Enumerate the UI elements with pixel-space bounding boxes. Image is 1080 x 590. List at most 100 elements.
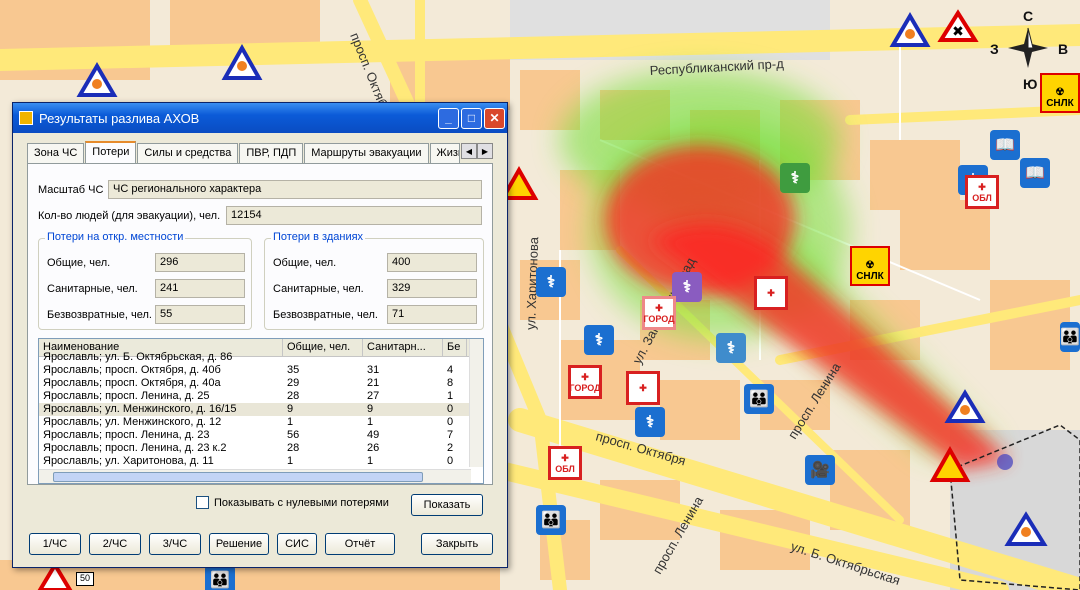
speed-sign: 50 xyxy=(76,572,94,586)
tab-scroll-right-icon[interactable]: ▶ xyxy=(477,143,493,159)
tab-losses[interactable]: Потери xyxy=(85,141,137,163)
open-area-losses-group: Потери на откр. местности Общие, чел. 296… xyxy=(38,231,252,330)
table-row[interactable]: Ярославль; просп. Ленина, д. 25 28 27 1 xyxy=(39,390,483,403)
map-application: Республиканский пр-д просп. Октября ул. … xyxy=(0,0,1080,590)
table-cell: 9 xyxy=(287,403,294,415)
table-cell xyxy=(443,351,467,364)
building-total-label: Общие, чел. xyxy=(273,256,337,269)
people-field[interactable]: 12154 xyxy=(226,206,482,225)
open-sanitary-field[interactable]: 241 xyxy=(155,279,245,298)
report-3-button[interactable]: 3/ЧС xyxy=(149,533,201,555)
table-cell: 1 xyxy=(287,416,294,428)
table-cell: 0 xyxy=(447,455,454,467)
table-row[interactable]: Ярославль; ул. Б. Октябрьская, д. 86 xyxy=(39,351,483,364)
table-cell: 1 xyxy=(447,390,454,402)
losses-table[interactable]: Наименование Общие, чел. Санитарн... Бе … xyxy=(38,338,484,484)
table-row[interactable]: Ярославль; просп. Октября, д. 40б 35 31 4 xyxy=(39,364,483,377)
scale-label: Масштаб ЧС xyxy=(38,183,104,196)
table-cell: 9 xyxy=(367,403,374,415)
decision-button[interactable]: Решение xyxy=(209,533,269,555)
tab-scroll: ◀ ▶ xyxy=(461,143,493,163)
scale-field[interactable]: ЧС регионального характера xyxy=(108,180,482,199)
table-row[interactable]: Ярославль; просп. Ленина, д. 23 56 49 7 xyxy=(39,429,483,442)
table-cell: 29 xyxy=(287,377,300,389)
open-total-label: Общие, чел. xyxy=(47,256,111,269)
compass-east: В xyxy=(1058,41,1069,57)
table-cell: 28 xyxy=(287,442,300,454)
people-label: Кол-во людей (для эвакуации), чел. xyxy=(38,209,221,222)
show-button[interactable]: Показать xyxy=(411,494,483,516)
vertical-scrollbar[interactable] xyxy=(469,339,483,467)
scroll-thumb[interactable] xyxy=(53,472,423,482)
table-cell: 31 xyxy=(367,364,380,376)
table-cell: 28 xyxy=(287,390,300,402)
tools-icon: ✖ xyxy=(952,24,964,40)
sis-button[interactable]: СИС xyxy=(277,533,317,555)
spill-results-dialog: Результаты разлива АХОВ _ □ ✕ Зона ЧС По… xyxy=(12,102,508,568)
open-irrevocable-field[interactable]: 55 xyxy=(155,305,245,324)
compass-south: Ю xyxy=(1023,76,1038,92)
maximize-button[interactable]: □ xyxy=(461,107,482,129)
table-cell: 1 xyxy=(367,416,374,428)
horizontal-scrollbar[interactable] xyxy=(39,469,471,483)
table-cell: 49 xyxy=(367,429,380,441)
table-cell: 56 xyxy=(287,429,300,441)
tab-evacuation-routes[interactable]: Маршруты эвакуации xyxy=(304,143,429,163)
table-row[interactable]: Ярославль; ул. Менжинского, д. 16/15 9 9 0 xyxy=(39,403,483,416)
table-cell: 1 xyxy=(287,455,294,467)
table-cell: Ярославль; просп. Ленина, д. 25 xyxy=(43,390,210,402)
tab-scroll-left-icon[interactable]: ◀ xyxy=(461,143,477,159)
close-dialog-button[interactable]: Закрыть xyxy=(421,533,493,555)
minimize-button[interactable]: _ xyxy=(438,107,459,129)
table-row[interactable]: Ярославль; ул. Харитонова, д. 11 1 1 0 xyxy=(39,455,483,468)
open-area-losses-title: Потери на откр. местности xyxy=(45,231,186,243)
building-sanitary-label: Санитарные, чел. xyxy=(273,282,364,295)
show-zero-label: Показывать с нулевыми потерями xyxy=(214,496,389,509)
table-body: Ярославль; ул. Б. Октябрьская, д. 86 Ярос… xyxy=(39,351,483,468)
table-cell: 7 xyxy=(447,429,454,441)
tab-zone[interactable]: Зона ЧС xyxy=(27,143,85,163)
table-cell: 1 xyxy=(367,455,374,467)
open-sanitary-label: Санитарные, чел. xyxy=(47,282,138,295)
table-row[interactable]: Ярославль; ул. Менжинского, д. 12 1 1 0 xyxy=(39,416,483,429)
table-cell: Ярославль; ул. Менжинского, д. 16/15 xyxy=(43,403,237,415)
show-zero-row: Показывать с нулевыми потерями xyxy=(196,496,389,509)
losses-panel: Масштаб ЧС ЧС регионального характера Ко… xyxy=(27,163,493,509)
table-cell: Ярославль; просп. Ленина, д. 23 xyxy=(43,429,210,441)
tab-pvr[interactable]: ПВР, ПДП xyxy=(239,143,304,163)
table-row[interactable]: Ярославль; просп. Октября, д. 40а 29 21 8 xyxy=(39,377,483,390)
table-cell: Ярославль; ул. Б. Октябрьская, д. 86 xyxy=(43,351,233,363)
building-losses-group: Потери в зданиях Общие, чел. 400 Санитарн… xyxy=(264,231,484,330)
open-total-field[interactable]: 296 xyxy=(155,253,245,272)
table-cell: 26 xyxy=(367,442,380,454)
table-cell: Ярославль; ул. Харитонова, д. 11 xyxy=(43,455,214,467)
building-irrevocable-field[interactable]: 71 xyxy=(387,305,477,324)
dialog-titlebar[interactable]: Результаты разлива АХОВ _ □ ✕ xyxy=(13,103,507,133)
table-cell: 35 xyxy=(287,364,300,376)
show-zero-checkbox[interactable] xyxy=(196,496,209,509)
building-irrevocable-label: Безвозвратные, чел. xyxy=(273,308,378,321)
table-cell xyxy=(363,351,443,364)
table-cell: Ярославль; просп. Октября, д. 40б xyxy=(43,364,221,376)
app-icon xyxy=(19,111,33,125)
table-cell: 27 xyxy=(367,390,380,402)
building-total-field[interactable]: 400 xyxy=(387,253,477,272)
table-row[interactable]: Ярославль; просп. Ленина, д. 23 к.2 28 26 2 xyxy=(39,442,483,455)
tab-strip: Зона ЧС Потери Силы и средства ПВР, ПДП … xyxy=(27,141,493,163)
report-button[interactable]: Отчёт xyxy=(325,533,395,555)
compass-rose: С Ю З В xyxy=(990,8,1078,92)
building-losses-title: Потери в зданиях xyxy=(271,231,366,243)
report-1-button[interactable]: 1/ЧС xyxy=(29,533,81,555)
building-sanitary-field[interactable]: 329 xyxy=(387,279,477,298)
tab-life-support[interactable]: Жизнеоб xyxy=(429,143,460,163)
table-cell: 0 xyxy=(447,416,454,428)
close-window-button[interactable]: ✕ xyxy=(484,107,505,129)
dialog-title: Результаты разлива АХОВ xyxy=(39,110,200,126)
compass-west: З xyxy=(990,41,999,57)
report-2-button[interactable]: 2/ЧС xyxy=(89,533,141,555)
compass-north: С xyxy=(1023,8,1034,24)
table-cell: Ярославль; просп. Ленина, д. 23 к.2 xyxy=(43,442,227,454)
table-cell: 0 xyxy=(447,403,454,415)
warning-triangle xyxy=(37,561,73,590)
tab-forces[interactable]: Силы и средства xyxy=(137,143,239,163)
